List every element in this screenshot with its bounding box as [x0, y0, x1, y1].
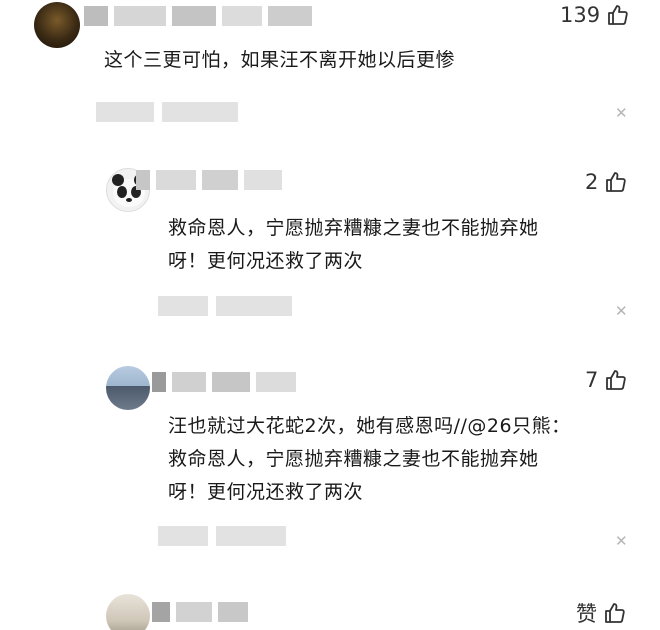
like-button[interactable]: 139 [560, 3, 630, 27]
like-count: 7 [585, 368, 599, 392]
username-blurred[interactable] [152, 372, 296, 392]
like-button[interactable]: 7 [585, 368, 628, 392]
username-blurred[interactable] [84, 6, 312, 26]
close-icon[interactable]: ✕ [615, 302, 628, 320]
thumbs-up-icon [605, 603, 625, 623]
comment-meta-blurred [158, 296, 292, 316]
comment-text: 这个三更可怕，如果汪不离开她以后更惨 [104, 49, 456, 71]
comment-text: 救命恩人，宁愿抛弃糟糠之妻也不能抛弃她 呀！更何况还救了两次 [168, 217, 539, 272]
close-icon[interactable]: ✕ [615, 532, 628, 550]
username-blurred[interactable] [152, 602, 248, 622]
comment-meta-blurred [96, 102, 238, 122]
avatar[interactable] [34, 2, 80, 48]
like-count: 139 [560, 3, 601, 27]
avatar[interactable] [106, 366, 150, 410]
comment-meta-blurred [158, 526, 286, 546]
like-button[interactable]: 2 [585, 170, 628, 194]
avatar[interactable] [106, 594, 150, 630]
comment-text: 汪也就过大花蛇2次，她有感恩吗//@26只熊： 救命恩人，宁愿抛弃糟糠之妻也不能… [168, 415, 571, 503]
like-count: 2 [585, 170, 599, 194]
thumbs-up-icon [608, 5, 628, 25]
thumbs-up-icon [606, 370, 627, 390]
username-blurred[interactable] [136, 170, 282, 190]
close-icon[interactable]: ✕ [615, 104, 628, 122]
like-button[interactable]: 赞 [576, 598, 627, 628]
thumbs-up-icon [606, 172, 627, 192]
like-label: 赞 [576, 602, 597, 626]
